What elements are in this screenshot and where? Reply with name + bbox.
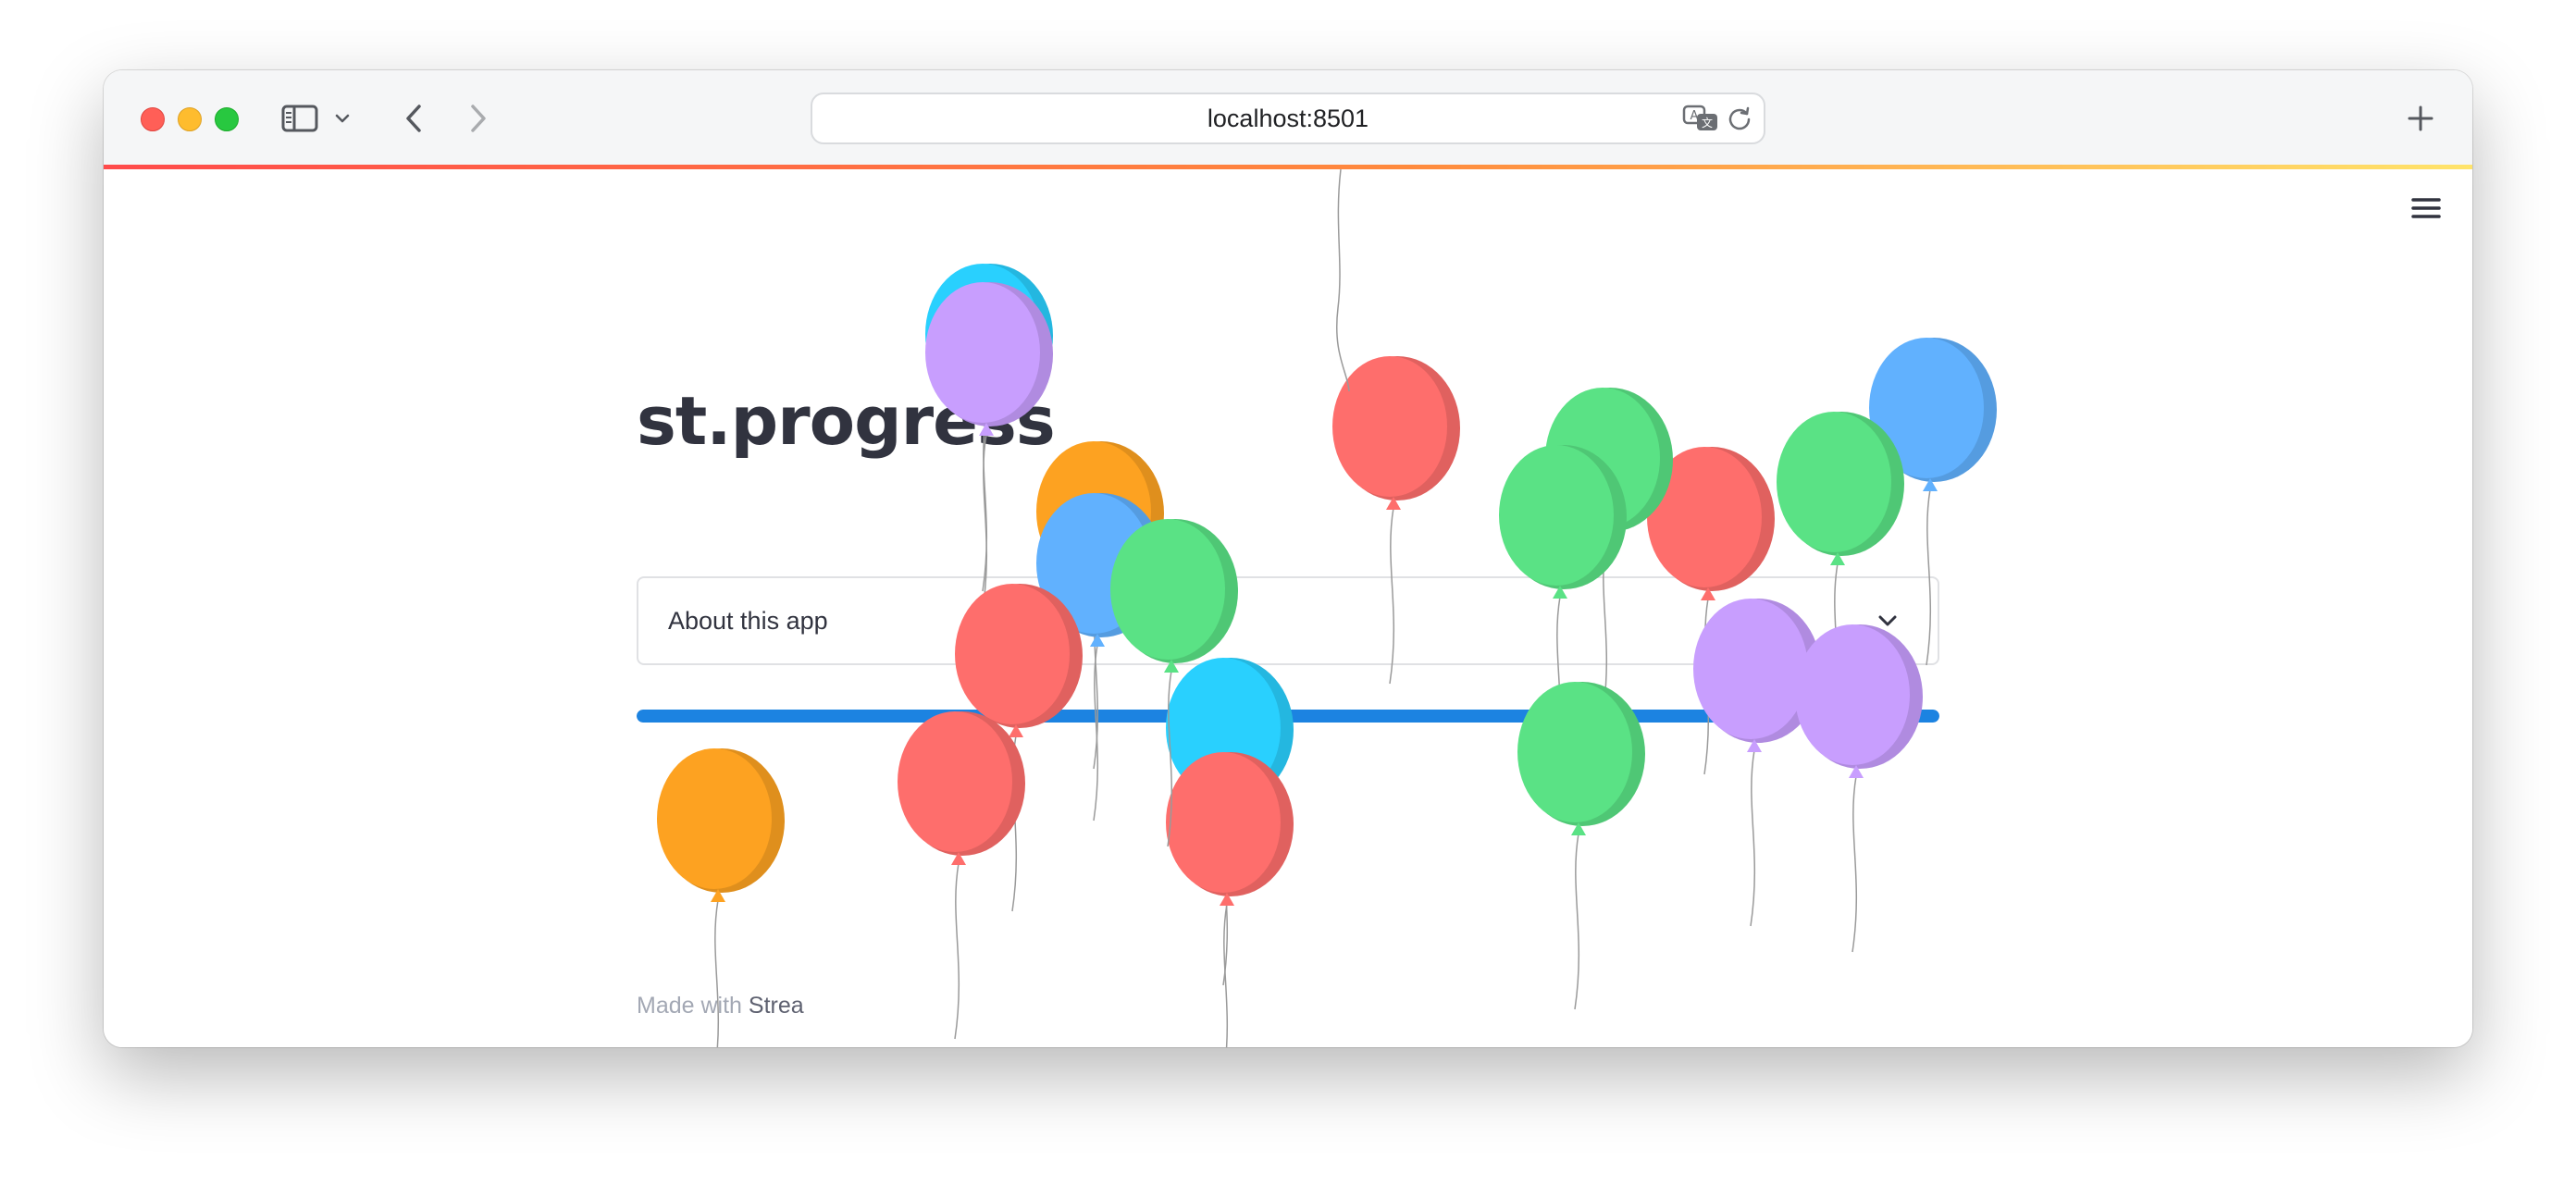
- back-arrow-icon: [406, 105, 421, 132]
- browser-window: localhost:8501 A 文 st.progress About thi…: [104, 70, 2472, 1047]
- balloon: [1166, 752, 1294, 1047]
- url-text: localhost:8501: [1207, 105, 1369, 132]
- minimize-window-button[interactable]: [178, 107, 202, 131]
- balloon: [1332, 356, 1460, 685]
- back-button[interactable]: [398, 100, 429, 137]
- balloon: [1795, 624, 1923, 953]
- balloon: [657, 748, 785, 1047]
- new-tab-button[interactable]: [2400, 98, 2441, 139]
- sidebar-toggle-button[interactable]: [281, 102, 318, 135]
- tab-overview-dropdown[interactable]: [331, 104, 353, 133]
- streamlit-app: st.progress About this app Made with Str…: [104, 169, 2472, 1047]
- reload-icon[interactable]: [1727, 105, 1752, 131]
- balloon-string: [1336, 169, 1350, 392]
- balloon: [898, 711, 1025, 1040]
- address-bar[interactable]: localhost:8501 A 文: [811, 93, 1765, 144]
- balloon: [1517, 682, 1645, 1010]
- balloons-animation: [657, 169, 1997, 1047]
- maximize-window-button[interactable]: [215, 107, 239, 131]
- browser-toolbar: localhost:8501 A 文: [104, 70, 2472, 165]
- chevron-down-icon: [335, 114, 350, 123]
- balloon: [925, 282, 1053, 611]
- forward-button[interactable]: [463, 100, 494, 137]
- balloon: [1693, 599, 1821, 927]
- translate-icon[interactable]: A 文: [1682, 104, 1719, 133]
- forward-arrow-icon: [471, 105, 486, 132]
- close-window-button[interactable]: [141, 107, 165, 131]
- sidebar-toggle-icon: [281, 105, 318, 132]
- plus-icon: [2408, 105, 2434, 131]
- svg-text:文: 文: [1702, 116, 1713, 130]
